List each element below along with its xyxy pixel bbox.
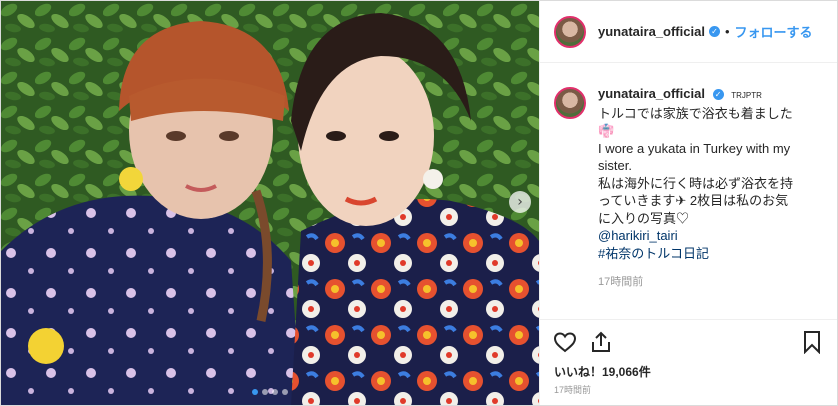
- dress-emoji-icon: 👘: [598, 123, 615, 138]
- post-header: yunataira_official ✓ • フォローする: [540, 1, 837, 63]
- username-link[interactable]: yunataira_official: [598, 24, 705, 39]
- photo-image: [1, 1, 539, 405]
- bookmark-icon: [804, 330, 820, 354]
- slide-dot: [272, 389, 278, 395]
- post-timestamp[interactable]: 17時間前: [540, 383, 837, 405]
- post-side-panel: yunataira_official ✓ • フォローする yunataira_…: [539, 1, 837, 405]
- hashtag-link[interactable]: #祐奈のトルコ日記: [598, 245, 798, 263]
- chevron-right-icon: ›: [517, 194, 523, 210]
- caption-area: yunataira_official ✓ TRJPTR トルコでは家族で浴衣も着…: [540, 63, 837, 319]
- slide-dot: [262, 389, 268, 395]
- slide-dot: [252, 389, 258, 395]
- avatar[interactable]: [554, 87, 586, 119]
- separator: •: [724, 24, 730, 39]
- airplane-emoji-icon: ✈: [675, 193, 687, 208]
- slide-indicator: [1, 389, 539, 395]
- share-icon: [592, 331, 610, 352]
- avatar[interactable]: [554, 15, 586, 48]
- follow-button[interactable]: フォローする: [735, 22, 813, 41]
- heart-icon: [553, 331, 577, 352]
- likes-count[interactable]: いいね！19,066件: [540, 363, 837, 383]
- caption-line: I wore a yukata in Turkey with my sister…: [598, 140, 791, 174]
- post-photo[interactable]: ›: [1, 1, 539, 405]
- instagram-post: › yunataira_official ✓ • フォローする yunatair…: [0, 0, 838, 406]
- mention-link[interactable]: @harikiri_tairi: [598, 227, 798, 245]
- tag-label: TRJPTR: [731, 91, 762, 100]
- next-slide-button[interactable]: ›: [509, 191, 531, 213]
- caption-line: トルコでは家族で浴衣も着ました: [598, 105, 793, 121]
- verified-badge-icon: ✓: [708, 26, 720, 37]
- share-button[interactable]: [588, 329, 614, 355]
- like-button[interactable]: [552, 329, 578, 355]
- save-button[interactable]: [799, 329, 825, 355]
- action-bar: [540, 319, 837, 363]
- caption-timestamp[interactable]: 17時間前: [598, 274, 798, 292]
- slide-dot: [282, 389, 288, 395]
- caption-text: yunataira_official ✓ TRJPTR トルコでは家族で浴衣も着…: [598, 85, 798, 319]
- caption-username[interactable]: yunataira_official: [598, 86, 705, 101]
- verified-badge-icon: ✓: [712, 89, 724, 101]
- heart-emoji-icon: ♡: [676, 210, 690, 226]
